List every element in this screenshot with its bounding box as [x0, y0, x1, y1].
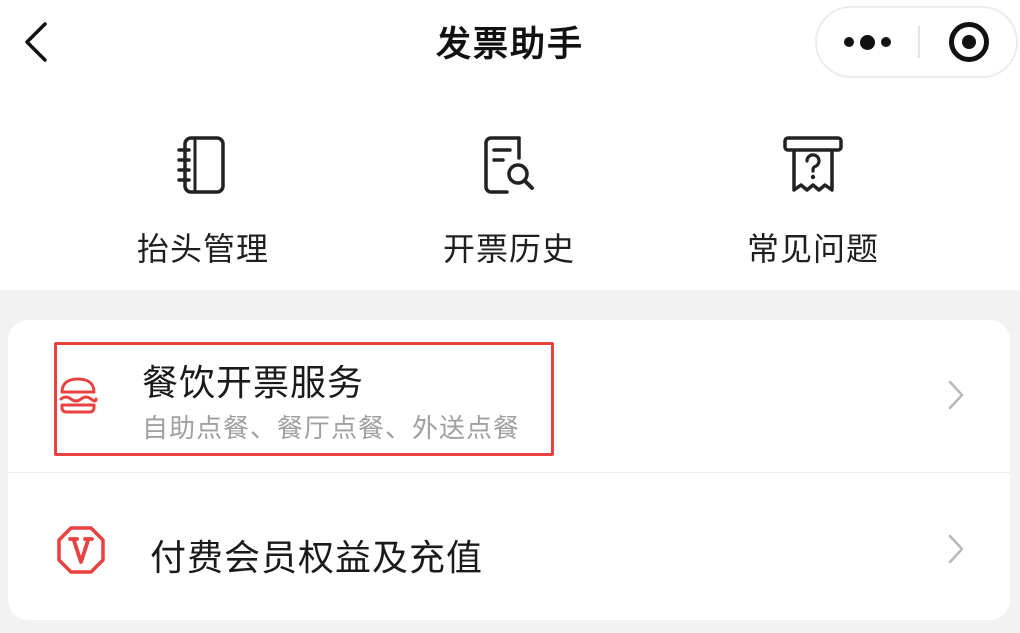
list-item-catering-invoice[interactable]: 餐饮开票服务 自助点餐、餐厅点餐、外送点餐: [8, 320, 1010, 472]
receipt-question-icon: [783, 136, 843, 192]
selection-highlight-box: [54, 342, 554, 456]
capsule-divider: [918, 26, 920, 58]
chevron-right-icon: [948, 380, 964, 410]
close-mini-program-button[interactable]: [921, 8, 1017, 76]
top-section: 发票助手 抬头管理 开票历史 常见问题: [0, 0, 1020, 290]
list-item-title: 付费会员权益及充值: [150, 538, 484, 579]
notebook-icon: [177, 136, 225, 194]
shortcut-label: 开票历史: [442, 230, 575, 268]
chevron-right-icon: [948, 534, 964, 564]
target-close-icon: [949, 22, 989, 62]
v-badge-icon: [57, 526, 105, 574]
document-search-icon: [484, 136, 534, 194]
shortcut-label: 常见问题: [746, 230, 879, 268]
shortcut-title-management[interactable]: 抬头管理: [103, 134, 303, 270]
shortcut-faq[interactable]: 常见问题: [713, 134, 913, 270]
shortcut-invoice-history[interactable]: 开票历史: [409, 134, 609, 270]
list-item-paid-membership[interactable]: 付费会员权益及充值: [8, 473, 1010, 633]
more-dots-icon: [843, 34, 891, 50]
service-list-card: 餐饮开票服务 自助点餐、餐厅点餐、外送点餐 付费会员权益及充值: [8, 320, 1010, 620]
mini-program-capsule: [815, 6, 1018, 78]
more-button[interactable]: [817, 8, 917, 76]
shortcut-label: 抬头管理: [136, 230, 269, 268]
